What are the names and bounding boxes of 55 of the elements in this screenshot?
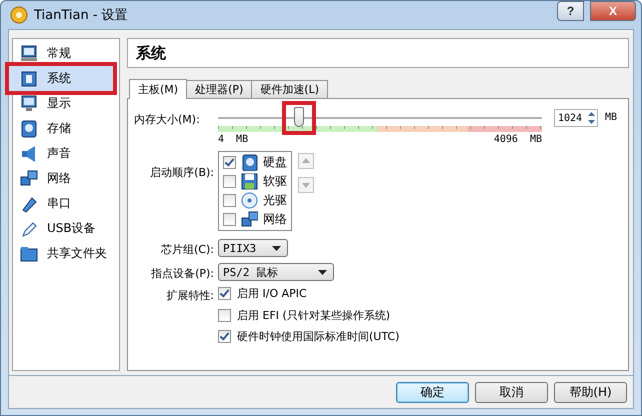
boot-item[interactable]: 光驱 [223, 192, 287, 209]
network-icon [20, 170, 38, 188]
field-label: 芯片组(C): [160, 242, 215, 257]
monitor-icon [20, 44, 38, 62]
spin-arrows-icon [586, 110, 597, 126]
dialog-button[interactable]: 取消 [475, 382, 548, 402]
sidebar-item[interactable]: 网络 [13, 166, 119, 191]
field-label: 内存大小(M): [134, 112, 201, 127]
page-title: 系统 [127, 38, 629, 68]
checkbox-option[interactable]: 启用 I/O APIC [218, 285, 307, 302]
window-title: TianTian - 设置 [34, 7, 128, 24]
tab[interactable]: 硬件加速(L) [251, 80, 328, 98]
chip-icon [20, 70, 38, 88]
dialog-button[interactable]: 帮助(H) [554, 382, 627, 402]
checkbox[interactable] [223, 213, 236, 226]
sidebar-item[interactable]: 声音 [13, 141, 119, 166]
sidebar-item[interactable]: 存储 [13, 116, 119, 141]
speaker-icon [20, 144, 38, 162]
checkbox[interactable] [218, 287, 231, 300]
slider-thumb[interactable] [294, 107, 304, 127]
cd-icon [241, 192, 258, 209]
field-label: 扩展特性: [165, 288, 215, 303]
caret-icon [272, 246, 281, 250]
field-label: 指点设备(P): [150, 266, 215, 281]
folder-icon [20, 244, 38, 262]
boot-item[interactable]: 软驱 [223, 173, 287, 190]
checkbox-option[interactable]: 硬件时钟使用国际标准时间(UTC) [218, 328, 400, 345]
dialog-button[interactable]: 确定 [396, 382, 469, 402]
usb-stick-icon [20, 220, 38, 238]
checkbox[interactable] [218, 330, 231, 343]
floppy-icon [241, 173, 258, 190]
checkbox[interactable] [223, 194, 236, 207]
display-icon [20, 94, 38, 112]
min-label: 4 MB [218, 134, 248, 145]
checkbox[interactable] [218, 309, 231, 322]
max-label: 4096 MB [494, 134, 542, 145]
memory-spinbox[interactable]: 1024 [554, 109, 598, 127]
tab[interactable]: 处理器(P) [186, 80, 252, 98]
sidebar-item[interactable]: 串口 [13, 191, 119, 216]
dropdown[interactable]: PIIX3 [218, 239, 288, 257]
field-label: 启动顺序(B): [149, 165, 215, 180]
sidebar-item[interactable]: 共享文件夹 [13, 241, 119, 266]
sidebar-item[interactable]: USB设备 [13, 216, 119, 241]
checkbox-option[interactable]: 启用 EFI (只针对某些操作系统) [218, 307, 390, 324]
checkbox[interactable] [223, 156, 236, 169]
network-icon [241, 211, 258, 228]
boot-item[interactable]: 网络 [223, 211, 287, 228]
help-button[interactable]: ? [557, 1, 584, 21]
tab[interactable]: 主板(M) [129, 79, 188, 99]
unit-label: MB [605, 111, 618, 123]
caret-icon [318, 270, 327, 274]
dropdown[interactable]: PS/2 鼠标 [218, 263, 334, 281]
checkbox[interactable] [223, 175, 236, 188]
boot-item[interactable]: 硬盘 [223, 154, 287, 171]
sidebar-item[interactable]: 系统 [5, 62, 117, 95]
